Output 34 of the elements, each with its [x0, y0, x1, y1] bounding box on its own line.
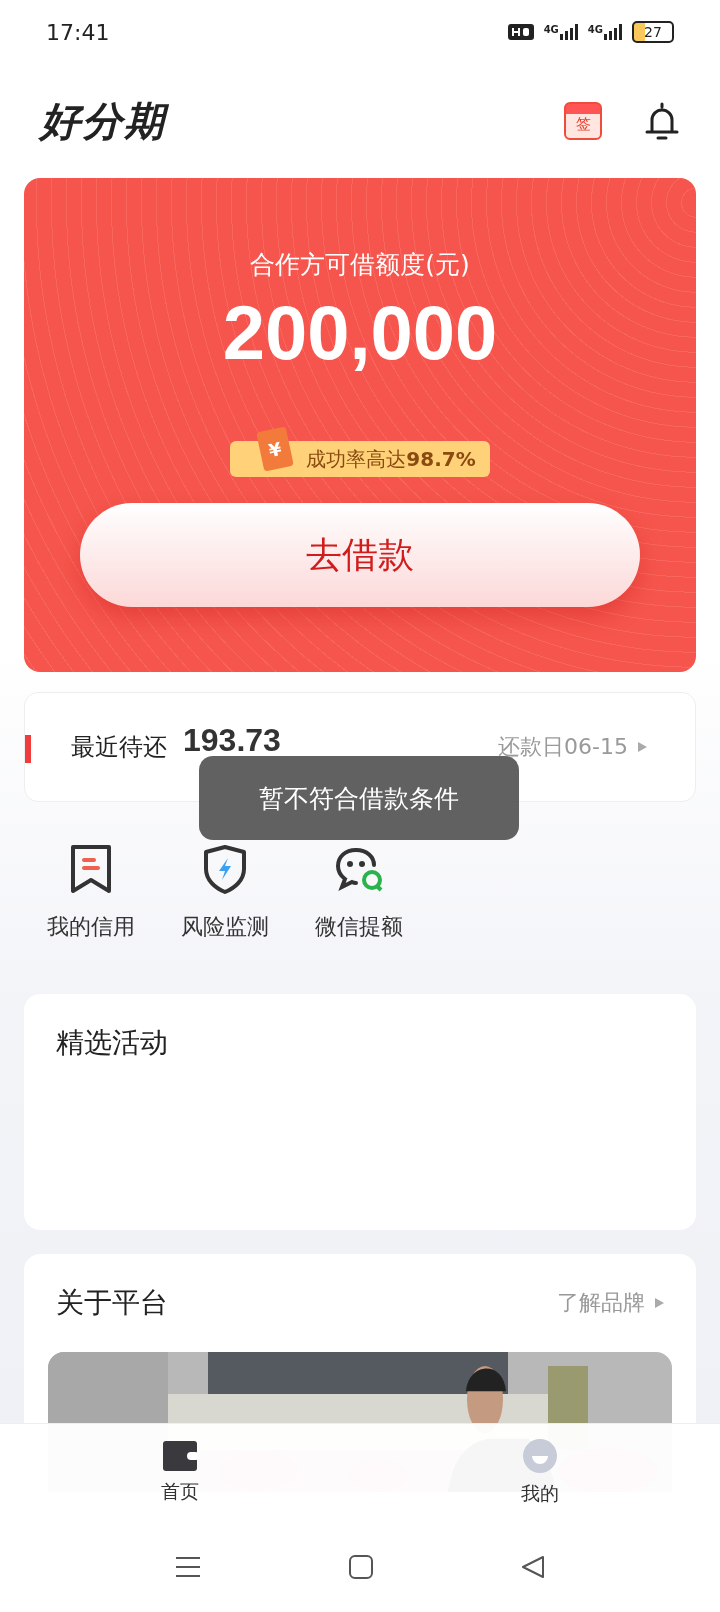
accent-bar [25, 735, 31, 763]
shortcut-item[interactable]: 微信提额 [302, 844, 416, 974]
signal-icon [559, 24, 578, 40]
signal-icon [604, 24, 622, 40]
shortcut-item[interactable]: 我的信用 [34, 844, 148, 974]
arrow-icon [638, 742, 647, 752]
credit-limit-label: 合作方可借额度(元) [250, 249, 470, 281]
shield-icon [202, 844, 248, 894]
status-time: 17:41 [46, 19, 110, 45]
battery-indicator: 27 [632, 21, 674, 43]
section-title: 关于平台 [56, 1285, 168, 1321]
credit-limit-amount: 200,000 [222, 289, 498, 377]
network-label: 4G [587, 24, 603, 35]
toast-message: 暂不符合借款条件 [199, 756, 519, 840]
success-rate-text: 成功率高达98.7% [306, 445, 476, 473]
section-title: 精选活动 [56, 1026, 168, 1059]
home-square-icon[interactable] [349, 1555, 373, 1579]
wallet-icon [163, 1441, 197, 1471]
borrow-button[interactable]: 去借款 [80, 503, 640, 607]
repayment-label: 最近待还 [71, 732, 167, 763]
arrow-icon [655, 1298, 664, 1308]
menu-icon[interactable] [175, 1556, 201, 1578]
bookmark-icon [69, 844, 113, 894]
repayment-amount: 193.73 [183, 721, 281, 759]
nav-tab[interactable]: 首页 [120, 1424, 240, 1522]
nav-tab[interactable]: 我的 [480, 1424, 600, 1522]
smiley-icon [523, 1439, 557, 1473]
bell-icon[interactable] [644, 101, 680, 141]
hd-icon [507, 24, 534, 40]
sign-in-calendar-button[interactable]: 签 [564, 102, 602, 140]
shortcut-item[interactable]: 风险监测 [168, 844, 282, 974]
network-label: 4G [543, 24, 559, 35]
back-icon[interactable] [521, 1555, 545, 1579]
coupon-icon: ¥ [256, 426, 295, 472]
